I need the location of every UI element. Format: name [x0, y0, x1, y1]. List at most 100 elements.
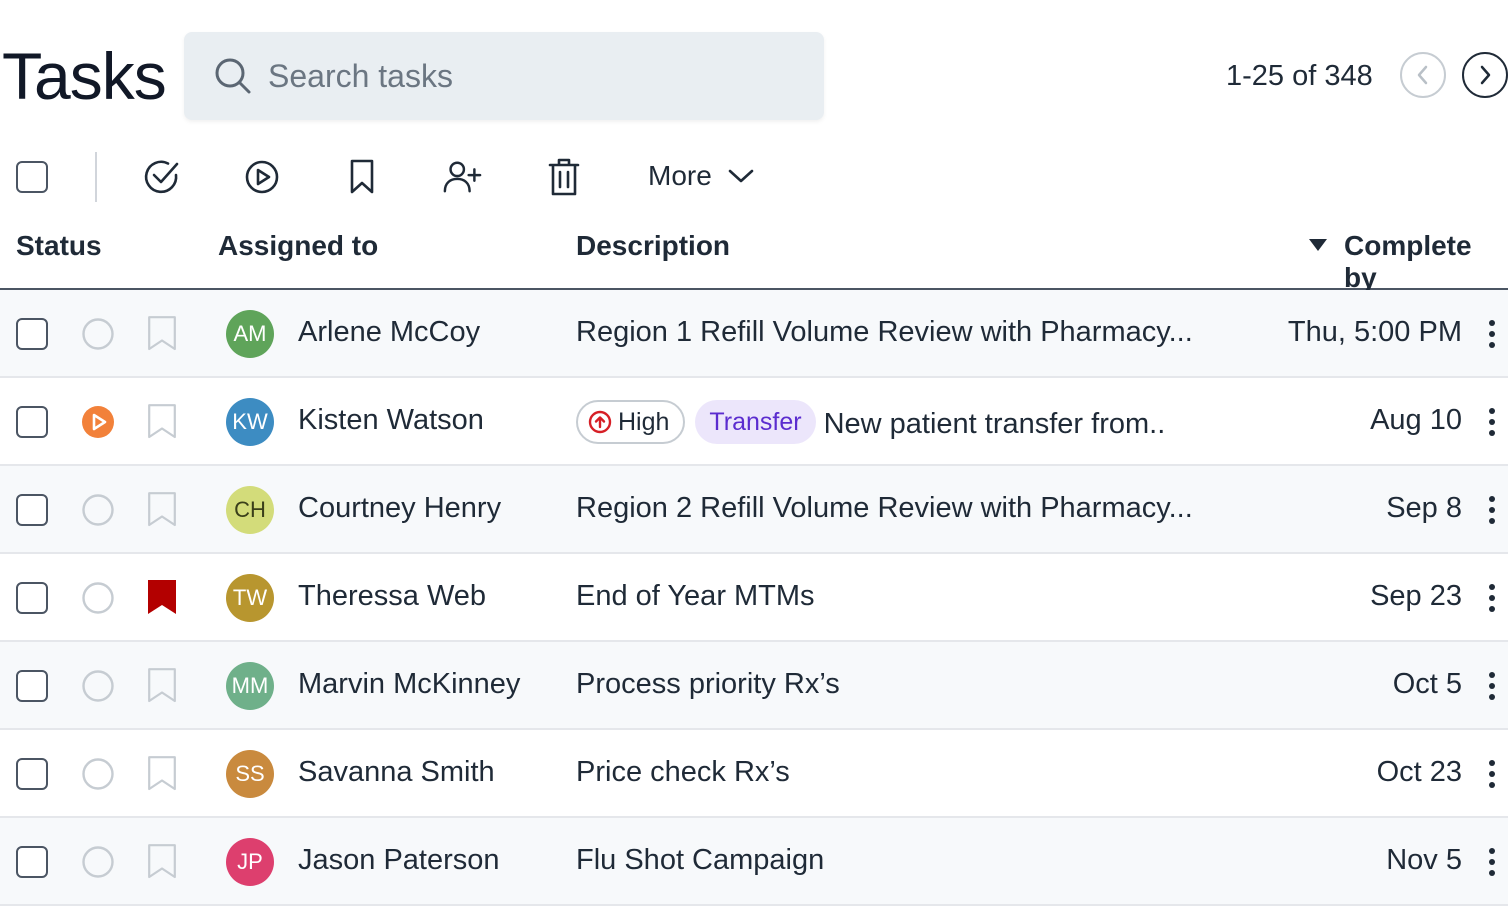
search-icon — [215, 58, 251, 94]
avatar: TW — [226, 574, 274, 622]
assignee-name: Jason Paterson — [298, 844, 500, 876]
not-started-status-icon[interactable] — [82, 670, 114, 702]
more-menu-button[interactable]: More — [648, 160, 754, 192]
in-progress-status-icon[interactable] — [82, 406, 114, 438]
column-header-complete-by[interactable]: Complete by — [1344, 230, 1508, 294]
check-circle-icon — [144, 160, 179, 194]
due-date: Oct 5 — [1392, 668, 1462, 700]
priority-label: High — [618, 407, 670, 436]
row-checkbox[interactable] — [16, 670, 48, 702]
due-date: Thu, 5:00 PM — [1287, 316, 1462, 348]
row-checkbox[interactable] — [16, 494, 48, 526]
row-checkbox[interactable] — [16, 758, 48, 790]
row-menu-icon[interactable] — [1480, 494, 1504, 526]
task-type-tag: Transfer — [695, 400, 816, 444]
column-header-description[interactable]: Description — [576, 230, 730, 262]
row-checkbox[interactable] — [16, 318, 48, 350]
task-description[interactable]: Process priority Rx’s — [576, 668, 840, 701]
table-header: Status Assigned to Description Complete … — [0, 222, 1508, 293]
row-menu-icon[interactable] — [1480, 846, 1504, 878]
complete-button[interactable] — [142, 157, 182, 197]
row-checkbox[interactable] — [16, 406, 48, 438]
toolbar-divider — [95, 152, 97, 202]
avatar: CH — [226, 486, 274, 534]
bookmark-icon[interactable] — [148, 844, 176, 880]
not-started-status-icon[interactable] — [82, 846, 114, 878]
table-row[interactable]: TW Theressa Web End of Year MTMs Sep 23 — [0, 554, 1508, 642]
column-header-status[interactable]: Status — [16, 230, 102, 262]
row-menu-icon[interactable] — [1480, 670, 1504, 702]
start-button[interactable] — [242, 157, 282, 197]
bookmark-icon[interactable] — [148, 404, 176, 440]
description-text: End of Year MTMs — [576, 580, 815, 612]
due-date: Sep 8 — [1386, 492, 1462, 524]
task-description[interactable]: End of Year MTMs — [576, 580, 815, 613]
trash-icon — [548, 158, 580, 196]
not-started-status-icon[interactable] — [82, 318, 114, 350]
assignee-name: Kisten Watson — [298, 404, 484, 436]
avatar: MM — [226, 662, 274, 710]
table-row[interactable]: AM Arlene McCoy Region 1 Refill Volume Rev… — [0, 290, 1508, 378]
assign-button[interactable] — [442, 157, 482, 197]
column-header-assigned-to[interactable]: Assigned to — [218, 230, 378, 262]
task-description[interactable]: Price check Rx’s — [576, 756, 790, 789]
description-text: Region 2 Refill Volume Review with Pharm… — [576, 492, 1193, 524]
play-circle-icon — [245, 160, 279, 194]
avatar: KW — [226, 398, 274, 446]
previous-page-button[interactable] — [1400, 52, 1446, 98]
bookmark-icon — [350, 159, 374, 194]
bulk-actions-toolbar: More — [0, 150, 1508, 206]
due-date: Nov 5 — [1386, 844, 1462, 876]
row-checkbox[interactable] — [16, 582, 48, 614]
page-title: Tasks — [2, 39, 167, 113]
search-input[interactable] — [268, 57, 788, 95]
description-text: Price check Rx’s — [576, 756, 790, 788]
row-checkbox[interactable] — [16, 846, 48, 878]
delete-button[interactable] — [544, 157, 584, 197]
chevron-left-icon — [1417, 65, 1428, 85]
next-page-button[interactable] — [1462, 52, 1508, 98]
table-row[interactable]: JP Jason Paterson Flu Shot Campaign Nov 5 — [0, 818, 1508, 906]
task-description[interactable]: Flu Shot Campaign — [576, 844, 824, 877]
pagination-range: 1-25 of 348 — [1226, 60, 1373, 92]
bookmark-icon[interactable] — [148, 756, 176, 792]
select-all-checkbox[interactable] — [16, 161, 48, 193]
task-description[interactable]: Region 1 Refill Volume Review with Pharm… — [576, 316, 1193, 349]
chevron-right-icon — [1480, 65, 1491, 85]
assignee-name: Theressa Web — [298, 580, 487, 612]
more-label: More — [648, 160, 712, 191]
row-menu-icon[interactable] — [1480, 318, 1504, 350]
not-started-status-icon[interactable] — [82, 582, 114, 614]
not-started-status-icon[interactable] — [82, 758, 114, 790]
not-started-status-icon[interactable] — [82, 494, 114, 526]
bookmark-button[interactable] — [342, 157, 382, 197]
avatar: SS — [226, 750, 274, 798]
priority-badge: High — [576, 400, 686, 444]
due-date: Aug 10 — [1370, 404, 1462, 436]
table-row[interactable]: SS Savanna Smith Price check Rx’s Oct 23 — [0, 730, 1508, 818]
description-text: New patient transfer from.. — [823, 407, 1166, 440]
row-menu-icon[interactable] — [1480, 758, 1504, 790]
assignee-name: Marvin McKinney — [298, 668, 521, 700]
bookmark-filled-icon[interactable] — [148, 580, 176, 616]
description-text: Flu Shot Campaign — [576, 844, 825, 876]
bookmark-icon[interactable] — [148, 316, 176, 352]
bookmark-icon[interactable] — [148, 668, 176, 704]
due-date: Oct 23 — [1376, 756, 1462, 788]
task-description[interactable]: Region 2 Refill Volume Review with Pharm… — [576, 492, 1193, 525]
assignee-name: Savanna Smith — [298, 756, 495, 788]
table-row[interactable]: CH Courtney Henry Region 2 Refill Volume R… — [0, 466, 1508, 554]
avatar: JP — [226, 838, 274, 886]
due-date: Sep 23 — [1370, 580, 1462, 612]
table-row[interactable]: KW Kisten Watson High Transfer New patient t… — [0, 378, 1508, 466]
chevron-down-icon — [728, 169, 754, 183]
table-row[interactable]: MM Marvin McKinney Process priority Rx’s Oc… — [0, 642, 1508, 730]
assignee-name: Arlene McCoy — [298, 316, 481, 348]
search-box[interactable] — [184, 32, 824, 120]
bookmark-icon[interactable] — [148, 492, 176, 528]
task-description[interactable]: High Transfer New patient transfer from.. — [576, 400, 1166, 444]
row-menu-icon[interactable] — [1480, 406, 1504, 438]
row-menu-icon[interactable] — [1480, 582, 1504, 614]
sort-descending-icon[interactable] — [1308, 238, 1328, 252]
description-text: Region 1 Refill Volume Review with Pharm… — [576, 316, 1193, 348]
